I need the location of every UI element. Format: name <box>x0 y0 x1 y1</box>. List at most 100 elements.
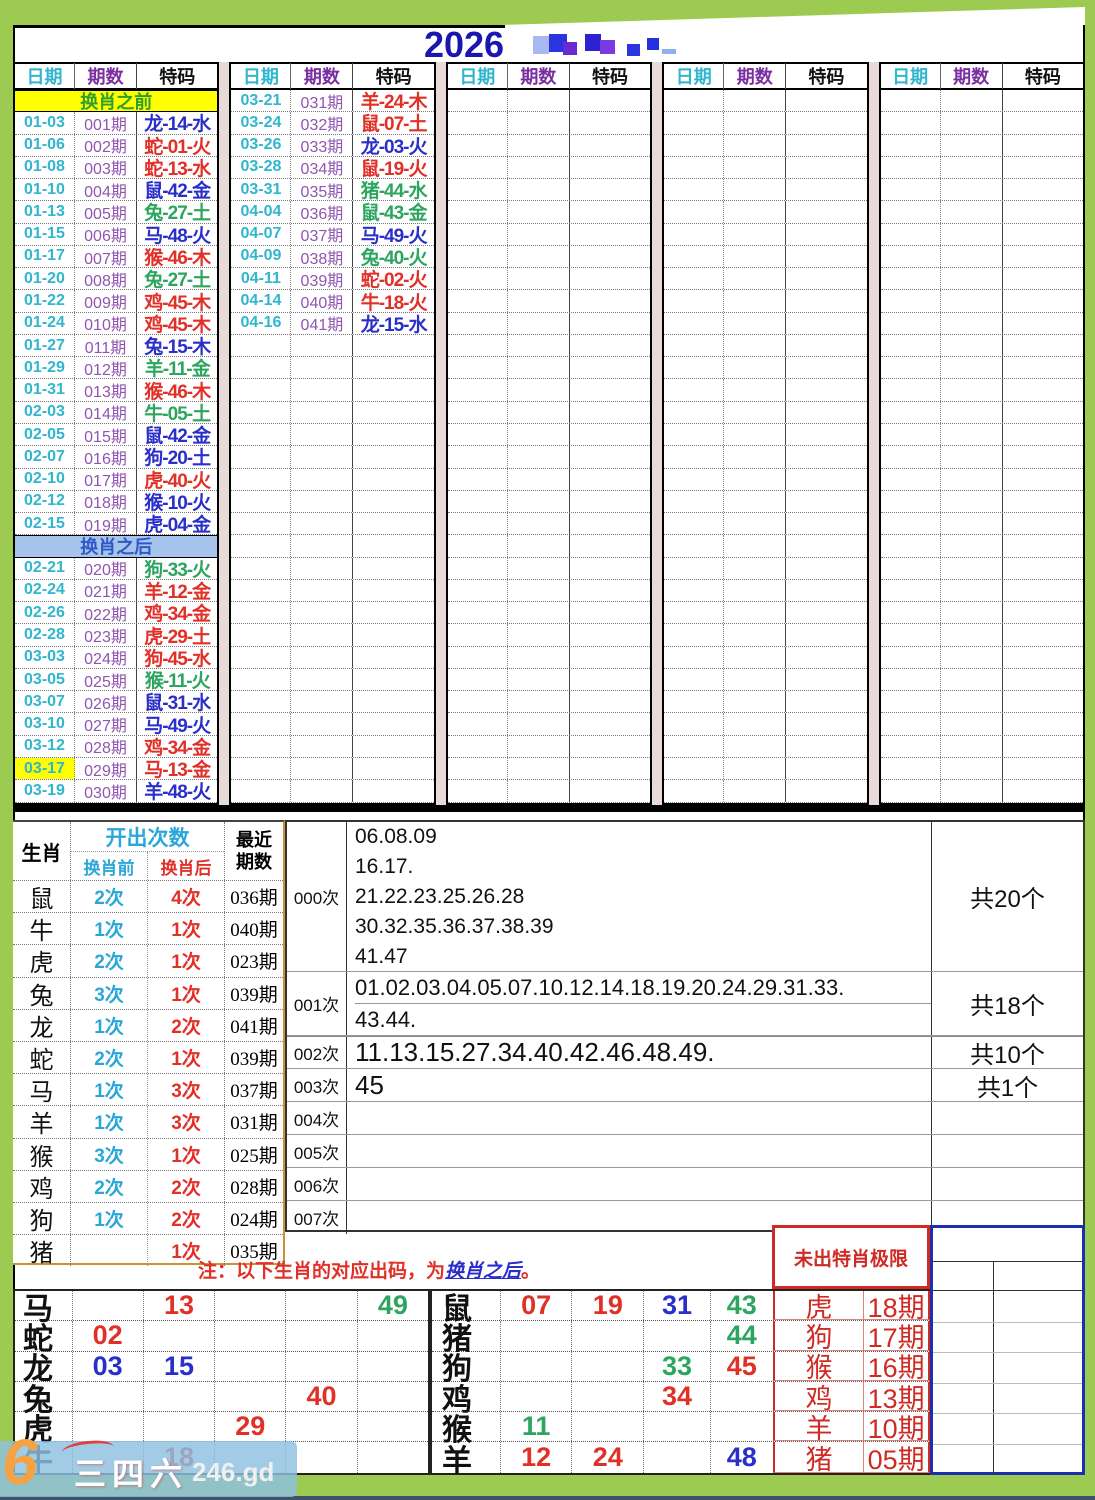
special-code-cell <box>1003 669 1083 690</box>
draw-row <box>664 713 867 736</box>
period-cell: 035期 <box>291 179 354 201</box>
period-cell <box>291 780 354 802</box>
draw-row: 04-09 038期 兔-40-火 <box>231 245 434 269</box>
date-cell <box>448 557 508 579</box>
date-cell <box>881 602 941 624</box>
period-cell <box>941 557 1003 579</box>
period-cell: 033期 <box>291 134 354 156</box>
draw-row <box>880 735 1084 758</box>
stats-rows: 鼠 2次 4次 036期牛 1次 1次 040期虎 2次 1次 023期兔 3次 1次 039期龙 1次 2… <box>13 880 283 1267</box>
draw-row <box>231 646 434 669</box>
date-cell <box>881 401 941 423</box>
period-cell <box>291 668 354 691</box>
period-cell <box>508 156 570 179</box>
date-cell <box>881 90 941 112</box>
period-cell <box>508 334 570 357</box>
period-cell <box>724 357 787 379</box>
date-cell <box>881 112 941 134</box>
period-cell <box>941 513 1003 535</box>
special-code-cell <box>1003 580 1083 601</box>
censored-logo-block <box>563 42 577 55</box>
draw-row <box>447 557 651 580</box>
draw-row <box>231 423 434 447</box>
date-cell: 03-24 <box>231 112 292 134</box>
special-column-header: 特码 <box>592 67 629 87</box>
period-cell <box>508 757 570 780</box>
draw-row <box>447 112 651 135</box>
date-column-header: 日期 <box>15 63 75 89</box>
draw-row <box>447 646 651 669</box>
date-cell: 03-26 <box>231 134 292 156</box>
frequency-row: 000次 06.08.09 16.17. 21.22.23.25.26.28 30.32… <box>287 822 1083 972</box>
draw-row: 01-20 008期 兔-27-土 <box>15 268 218 291</box>
special-code-cell: 马-49-火 <box>360 225 428 245</box>
frequency-row: 004次 <box>287 1102 1083 1135</box>
date-cell <box>881 357 941 379</box>
special-code-cell <box>786 268 866 289</box>
frequency-numbers-cell <box>347 1135 931 1167</box>
draw-row <box>880 134 1084 157</box>
period-cell <box>941 468 1003 490</box>
draw-row: 03-03 024期 狗-45-水 <box>15 646 218 669</box>
draw-row <box>880 357 1084 380</box>
draw-row <box>880 179 1084 202</box>
draw-row: 03-07 026期 鼠-31-水 <box>15 691 218 714</box>
date-cell <box>231 757 292 780</box>
date-cell: 03-10 <box>15 713 75 735</box>
stats-recent-period-cell: 024期 <box>230 1209 278 1231</box>
bottom-right-row: 羊 12 24 48 猪 05期 <box>432 1442 930 1478</box>
special-code-cell: 狗-45-水 <box>144 648 211 668</box>
special-code-cell <box>1003 224 1083 245</box>
number-cell: 02 <box>71 1320 143 1351</box>
stats-zodiac-cell: 兔 <box>13 977 71 1010</box>
draw-row <box>447 602 651 625</box>
special-code-cell <box>570 424 650 445</box>
special-code-cell <box>353 602 433 623</box>
draw-row: 01-31 013期 猴-46-木 <box>15 379 218 402</box>
special-code-cell: 鸡-34-金 <box>144 737 211 757</box>
date-cell <box>664 357 725 379</box>
date-cell <box>881 446 941 468</box>
draw-row <box>880 668 1084 692</box>
period-cell <box>724 579 787 602</box>
date-cell: 03-12 <box>15 735 75 757</box>
special-column-header: 特码 <box>1024 67 1061 87</box>
special-code-cell <box>353 357 433 378</box>
period-cell: 011期 <box>75 334 137 357</box>
group-separator <box>652 62 663 805</box>
draw-row: 03-17 029期 马-13-金 <box>15 757 218 781</box>
date-cell <box>231 713 292 735</box>
special-code-cell <box>570 335 650 356</box>
special-code-cell: 虎-29-土 <box>144 626 211 646</box>
period-cell <box>291 646 354 668</box>
period-cell <box>724 245 787 268</box>
special-code-cell: 蛇-13-水 <box>144 158 211 179</box>
number-cell: 49 <box>356 1290 428 1321</box>
special-code-cell <box>1003 335 1083 356</box>
draw-row <box>880 446 1084 469</box>
special-code-cell: 牛-18-火 <box>360 292 428 312</box>
date-cell <box>664 112 725 134</box>
group-separator <box>435 62 446 805</box>
stats-after-count-cell: 2次 <box>148 1009 225 1041</box>
number-cell <box>214 1321 285 1351</box>
draw-row <box>231 757 434 781</box>
site-watermark[interactable]: 6 三四六 246.gd <box>0 1426 297 1498</box>
date-cell <box>664 691 725 713</box>
number-cell: 31 <box>643 1290 710 1321</box>
watermark-site-url[interactable]: 246.gd <box>192 1457 274 1488</box>
draw-row: 04-04 036期 鼠-43-金 <box>231 201 434 224</box>
group-separator <box>868 62 879 805</box>
period-cell <box>941 112 1003 134</box>
draw-row <box>880 535 1084 558</box>
draw-row: 01-17 007期 猴-46-木 <box>15 245 218 269</box>
frequency-numbers-cell: 11.13.15.27.34.40.42.46.48.49. <box>347 1037 931 1068</box>
stats-recent-period-cell: 028期 <box>230 1177 278 1199</box>
draw-row: 01-22 009期 鸡-45-木 <box>15 290 218 313</box>
draw-row: 02-05 015期 鼠-42-金 <box>15 423 218 447</box>
draw-row <box>664 379 867 402</box>
blue-box-line <box>933 1290 1082 1291</box>
period-cell <box>508 735 570 757</box>
period-cell: 007期 <box>75 245 137 268</box>
period-cell <box>724 535 787 557</box>
